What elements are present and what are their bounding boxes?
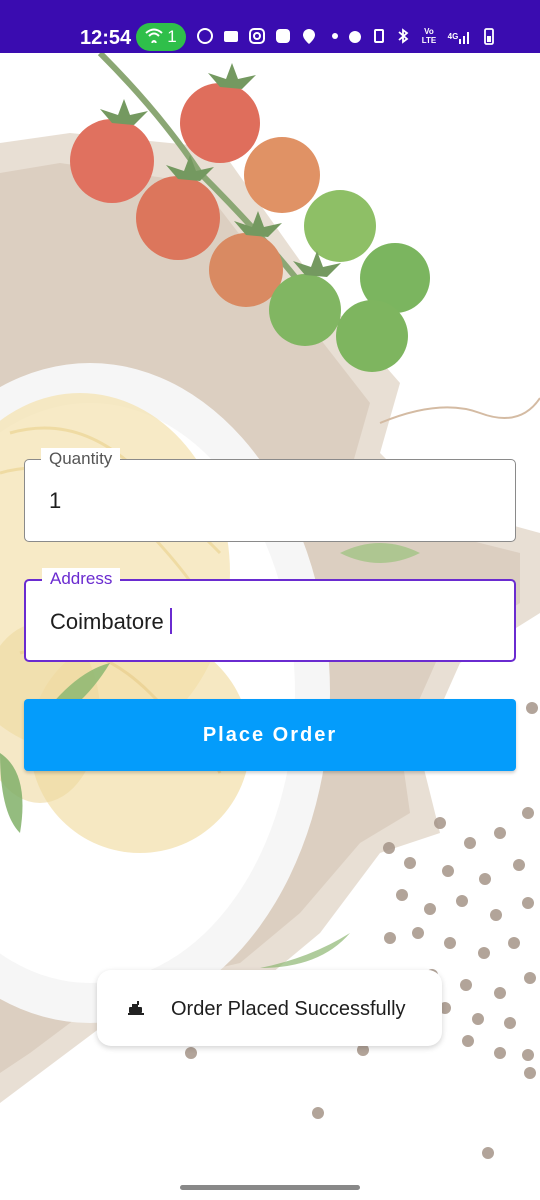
food-app-icon	[127, 999, 145, 1017]
address-value: Coimbatore	[50, 609, 164, 634]
hotspot-count: 1	[167, 27, 177, 46]
bluetooth-icon	[394, 27, 412, 45]
toast-message: Order Placed Successfully	[171, 998, 406, 1020]
hotspot-indicator: 1	[136, 23, 186, 51]
address-field[interactable]: Address Coimbatore	[24, 568, 516, 662]
status-time: 12:54	[80, 27, 132, 49]
text-cursor	[169, 608, 172, 634]
whatsapp-icon	[196, 27, 214, 45]
gesture-nav-handle[interactable]	[180, 1185, 360, 1190]
quantity-field[interactable]: Quantity 1	[24, 448, 516, 542]
instagram-icon	[248, 27, 266, 45]
address-input[interactable]: Coimbatore	[50, 608, 172, 635]
battery-icon	[480, 27, 498, 45]
vibrate-icon	[370, 27, 388, 45]
quantity-input[interactable]: 1	[49, 488, 61, 514]
network-label: 4G	[447, 31, 459, 41]
app-icon	[274, 27, 292, 45]
toast-notification: Order Placed Successfully	[97, 970, 442, 1046]
alarm-icon	[346, 27, 364, 45]
4g-signal-icon: 4G	[446, 27, 474, 45]
volte-icon: Vo LTE	[421, 27, 437, 45]
status-bar: 12:54 1 Vo LTE 4G	[0, 0, 540, 53]
place-order-button[interactable]: Place Order	[24, 699, 516, 771]
hotspot-icon	[145, 27, 163, 48]
android-icon	[222, 27, 240, 45]
quantity-label: Quantity	[41, 448, 121, 470]
address-label: Address	[42, 568, 121, 590]
location-icon	[300, 27, 318, 45]
more-notifications-dot	[332, 33, 338, 39]
